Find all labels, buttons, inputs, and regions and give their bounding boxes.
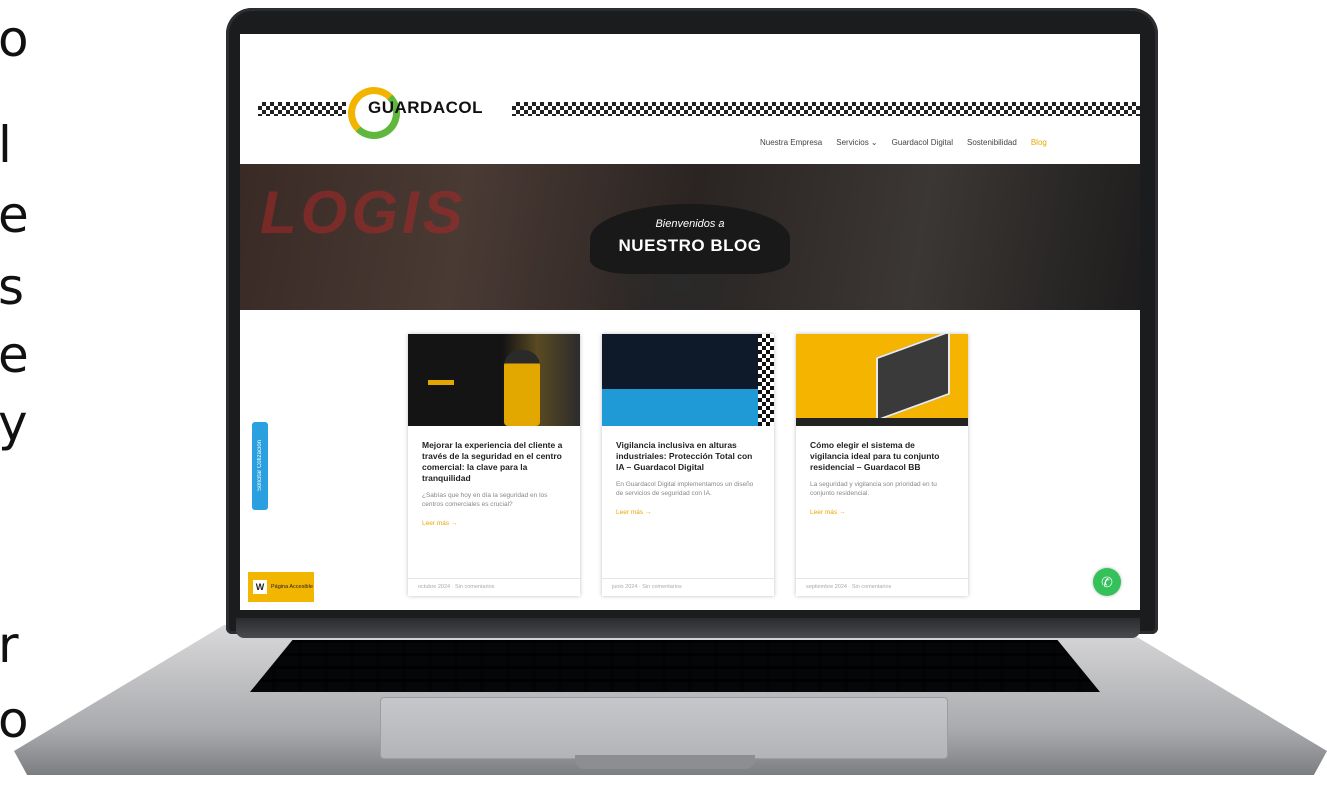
side-letter: o [0,691,29,749]
hero-banner: LOGIS Bienvenidos a NUESTRO BLOG [240,164,1140,310]
blog-card[interactable]: Cómo elegir el sistema de vigilancia ide… [796,334,968,596]
checker-pattern-left [258,102,346,116]
badge-text: Página Accesible [271,583,313,590]
laptop-trackpad [380,697,948,759]
blog-card[interactable]: Mejorar la experiencia del cliente a tra… [408,334,580,596]
thumbnail-bar [428,380,454,385]
site-header: GUARDACOL Nuestra Empresa Servicios ⌄ Gu… [240,34,1140,164]
nav-item-servicios[interactable]: Servicios ⌄ [836,138,877,147]
side-tab-label: Solicitar Cotización [257,440,263,492]
post-thumbnail[interactable] [796,334,968,426]
whatsapp-chat-button[interactable]: ✆ [1093,568,1121,596]
post-excerpt: ¿Sabías que hoy en día la seguridad en l… [422,492,548,508]
side-letter: l [0,116,12,174]
post-thumbnail[interactable] [602,334,774,426]
read-more-link[interactable]: Leer más → [422,520,566,527]
post-thumbnail[interactable] [408,334,580,426]
guard-figure [504,350,540,426]
side-letter: s [0,258,25,316]
logo-text: GUARDACOL [368,98,483,117]
side-letter: e [0,326,29,384]
quote-side-tab[interactable]: Solicitar Cotización [252,422,268,510]
post-excerpt: La seguridad y vigilancia son prioridad … [810,481,937,497]
side-letter: e [0,186,29,244]
laptop-hinge [236,618,1140,638]
accessibility-icon: W [253,580,267,594]
whatsapp-icon: ✆ [1101,573,1113,590]
thumbnail-strip [796,418,968,426]
post-excerpt: En Guardacol Digital implementamos un di… [616,481,754,497]
post-title[interactable]: Vigilancia inclusiva en alturas industri… [616,440,760,473]
cropped-side-text: o l e s e y r o [0,0,40,788]
hero-title: NUESTRO BLOG [618,236,762,255]
thumbnail-checker [758,334,774,426]
laptop-notch [575,755,755,769]
nav-item-digital[interactable]: Guardacol Digital [892,138,953,147]
side-letter: r [0,616,19,674]
main-nav: Nuestra Empresa Servicios ⌄ Guardacol Di… [760,138,1047,147]
side-letter: o [0,10,29,68]
nav-item-sostenibilidad[interactable]: Sostenibilidad [967,138,1017,147]
post-meta: octubre 2024 · Sin comentarios [408,578,580,596]
accessibility-badge[interactable]: W Página Accesible [248,572,314,602]
hero-subtitle: Bienvenidos a [655,218,725,230]
side-letter: y [0,394,28,452]
read-more-link[interactable]: Leer más → [616,509,760,516]
checker-pattern-right [512,102,1140,116]
blog-post-grid: Mejorar la experiencia del cliente a tra… [408,334,978,599]
laptop-screen: GUARDACOL Nuestra Empresa Servicios ⌄ Gu… [240,34,1140,610]
post-meta: septiembre 2024 · Sin comentarios [796,578,968,596]
blog-card[interactable]: Vigilancia inclusiva en alturas industri… [602,334,774,596]
post-title[interactable]: Cómo elegir el sistema de vigilancia ide… [810,440,954,473]
laptop-keyboard [250,640,1100,692]
post-title[interactable]: Mejorar la experiencia del cliente a tra… [422,440,566,484]
site-logo[interactable]: GUARDACOL [348,78,483,148]
read-more-link[interactable]: Leer más → [810,509,954,516]
nav-item-empresa[interactable]: Nuestra Empresa [760,138,822,147]
isometric-building [876,334,950,422]
nav-item-blog[interactable]: Blog [1031,138,1047,147]
post-meta: junio 2024 · Sin comentarios [602,578,774,596]
